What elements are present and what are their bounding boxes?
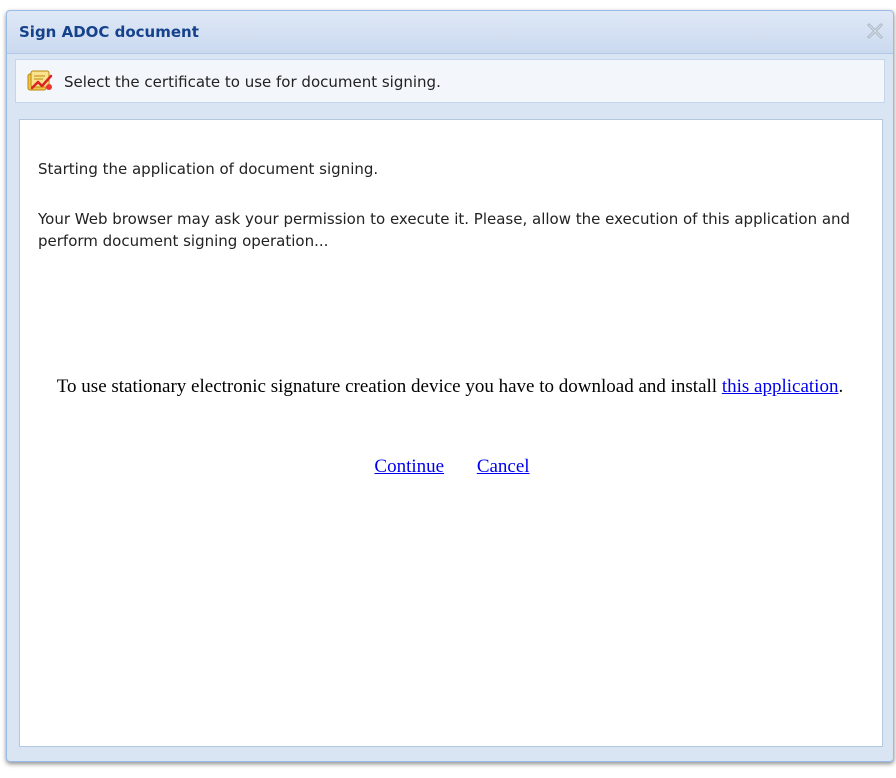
continue-link[interactable]: Continue	[374, 456, 444, 477]
certificate-sign-icon	[26, 68, 54, 94]
close-icon[interactable]	[865, 21, 885, 41]
background-page-text	[0, 0, 896, 7]
status-text: Starting the application of document sig…	[38, 160, 379, 178]
permission-text: Your Web browser may ask your permission…	[38, 210, 851, 250]
action-links: Continue Cancel	[20, 456, 884, 478]
dialog-content-panel: Starting the application of document sig…	[19, 119, 883, 747]
cancel-link[interactable]: Cancel	[477, 456, 530, 477]
dialog-title: Sign ADOC document	[19, 23, 199, 41]
sign-adoc-dialog: Sign ADOC document Select the certificat…	[6, 10, 894, 762]
install-instructions: To use stationary electronic signature c…	[50, 373, 850, 401]
install-text-after: .	[838, 376, 844, 397]
dialog-titlebar: Sign ADOC document	[7, 11, 893, 54]
subheader-text: Select the certificate to use for docume…	[64, 73, 441, 91]
dialog-subheader: Select the certificate to use for docume…	[15, 59, 885, 103]
install-text-before: To use stationary electronic signature c…	[56, 376, 722, 397]
this-application-link[interactable]: this application	[722, 376, 839, 397]
